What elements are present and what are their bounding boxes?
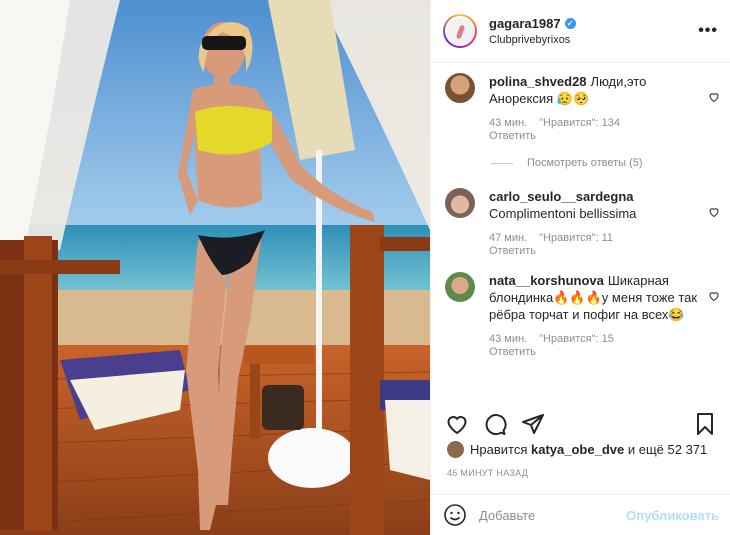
replies-divider bbox=[491, 162, 513, 164]
liker-avatar[interactable] bbox=[447, 441, 464, 458]
post-photo[interactable] bbox=[0, 0, 430, 535]
heart-icon[interactable] bbox=[445, 412, 469, 436]
reply-button[interactable]: Ответить bbox=[489, 346, 536, 358]
comment-username[interactable]: polina_shved28 bbox=[489, 74, 587, 89]
view-replies-button[interactable]: Посмотреть ответы (5) bbox=[491, 157, 730, 169]
comment-item: polina_shved28 Люди,это Анорексия 😥🥺 43 м… bbox=[445, 73, 730, 143]
comment-meta: 43 мин. "Нравится": 134 Ответить bbox=[489, 117, 698, 143]
likes-summary: Нравится katya_obe_dve и ещё 52 371 bbox=[447, 441, 707, 458]
commenter-avatar[interactable] bbox=[445, 272, 475, 302]
heart-icon[interactable] bbox=[708, 91, 720, 103]
avatar bbox=[446, 17, 474, 45]
comments-list: polina_shved28 Люди,это Анорексия 😥🥺 43 м… bbox=[431, 73, 730, 359]
comment-item: carlo_seulo__sardegna Complimentoni belli… bbox=[445, 188, 730, 258]
avatar-frame bbox=[445, 16, 475, 46]
likes-prefix: Нравится bbox=[470, 442, 528, 457]
comment-input[interactable]: Добавьте bbox=[479, 508, 626, 523]
story-ring-avatar[interactable] bbox=[443, 14, 477, 48]
comment-body: Complimentoni bellissima bbox=[489, 206, 637, 221]
more-icon[interactable]: ••• bbox=[698, 22, 718, 40]
post-actions bbox=[431, 403, 730, 445]
verified-badge-icon: ✓ bbox=[564, 18, 576, 29]
liker-username[interactable]: katya_obe_dve bbox=[531, 442, 624, 457]
commenter-avatar[interactable] bbox=[445, 73, 475, 103]
heart-icon[interactable] bbox=[708, 290, 720, 302]
post-timestamp[interactable]: 46 МИНУТ НАЗАД bbox=[447, 468, 528, 478]
comment-item: nata__korshunova Шикарная блондинка🔥🔥🔥у м… bbox=[445, 272, 730, 359]
comment-icon[interactable] bbox=[483, 412, 507, 436]
publish-button[interactable]: Опубликовать bbox=[626, 508, 719, 523]
beach-photo-illustration bbox=[0, 0, 430, 535]
comment-text: nata__korshunova Шикарная блондинка🔥🔥🔥у м… bbox=[489, 272, 698, 323]
comment-time: 43 мин. bbox=[489, 333, 528, 345]
post-header: gagara1987 ✓ Clubprivebyrixos ••• bbox=[431, 0, 730, 63]
heart-icon[interactable] bbox=[708, 206, 720, 218]
username-link[interactable]: gagara1987 bbox=[489, 16, 561, 31]
comment-text: carlo_seulo__sardegna Complimentoni belli… bbox=[489, 188, 638, 222]
comment-time: 43 мин. bbox=[489, 117, 528, 129]
header-info: gagara1987 ✓ Clubprivebyrixos bbox=[489, 16, 698, 46]
comment-meta: 47 мин. "Нравится": 11 Ответить bbox=[489, 232, 638, 258]
instagram-post: gagara1987 ✓ Clubprivebyrixos ••• polina… bbox=[0, 0, 730, 535]
comment-likes-count[interactable]: "Нравится": 11 bbox=[539, 232, 613, 244]
location-link[interactable]: Clubprivebyrixos bbox=[489, 34, 698, 46]
comment-username[interactable]: carlo_seulo__sardegna bbox=[489, 189, 634, 204]
comment-likes-count[interactable]: "Нравится": 134 bbox=[539, 117, 620, 129]
post-sidebar: gagara1987 ✓ Clubprivebyrixos ••• polina… bbox=[430, 0, 730, 535]
emoji-icon[interactable] bbox=[443, 503, 467, 527]
add-comment-bar: Добавьте Опубликовать bbox=[431, 494, 730, 535]
comment-text: polina_shved28 Люди,это Анорексия 😥🥺 bbox=[489, 73, 698, 107]
share-icon[interactable] bbox=[521, 412, 545, 436]
bookmark-icon[interactable] bbox=[693, 412, 717, 436]
comment-username[interactable]: nata__korshunova bbox=[489, 273, 604, 288]
comment-likes-count[interactable]: "Нравится": 15 bbox=[539, 333, 614, 345]
view-replies-label: Посмотреть ответы (5) bbox=[527, 157, 643, 169]
comment-meta: 43 мин. "Нравится": 15 Ответить bbox=[489, 333, 698, 359]
likes-count[interactable]: и ещё 52 371 bbox=[628, 442, 707, 457]
reply-button[interactable]: Ответить bbox=[489, 130, 536, 142]
reply-button[interactable]: Ответить bbox=[489, 245, 536, 257]
commenter-avatar[interactable] bbox=[445, 188, 475, 218]
comment-time: 47 мин. bbox=[489, 232, 528, 244]
username-row: gagara1987 ✓ bbox=[489, 16, 698, 31]
